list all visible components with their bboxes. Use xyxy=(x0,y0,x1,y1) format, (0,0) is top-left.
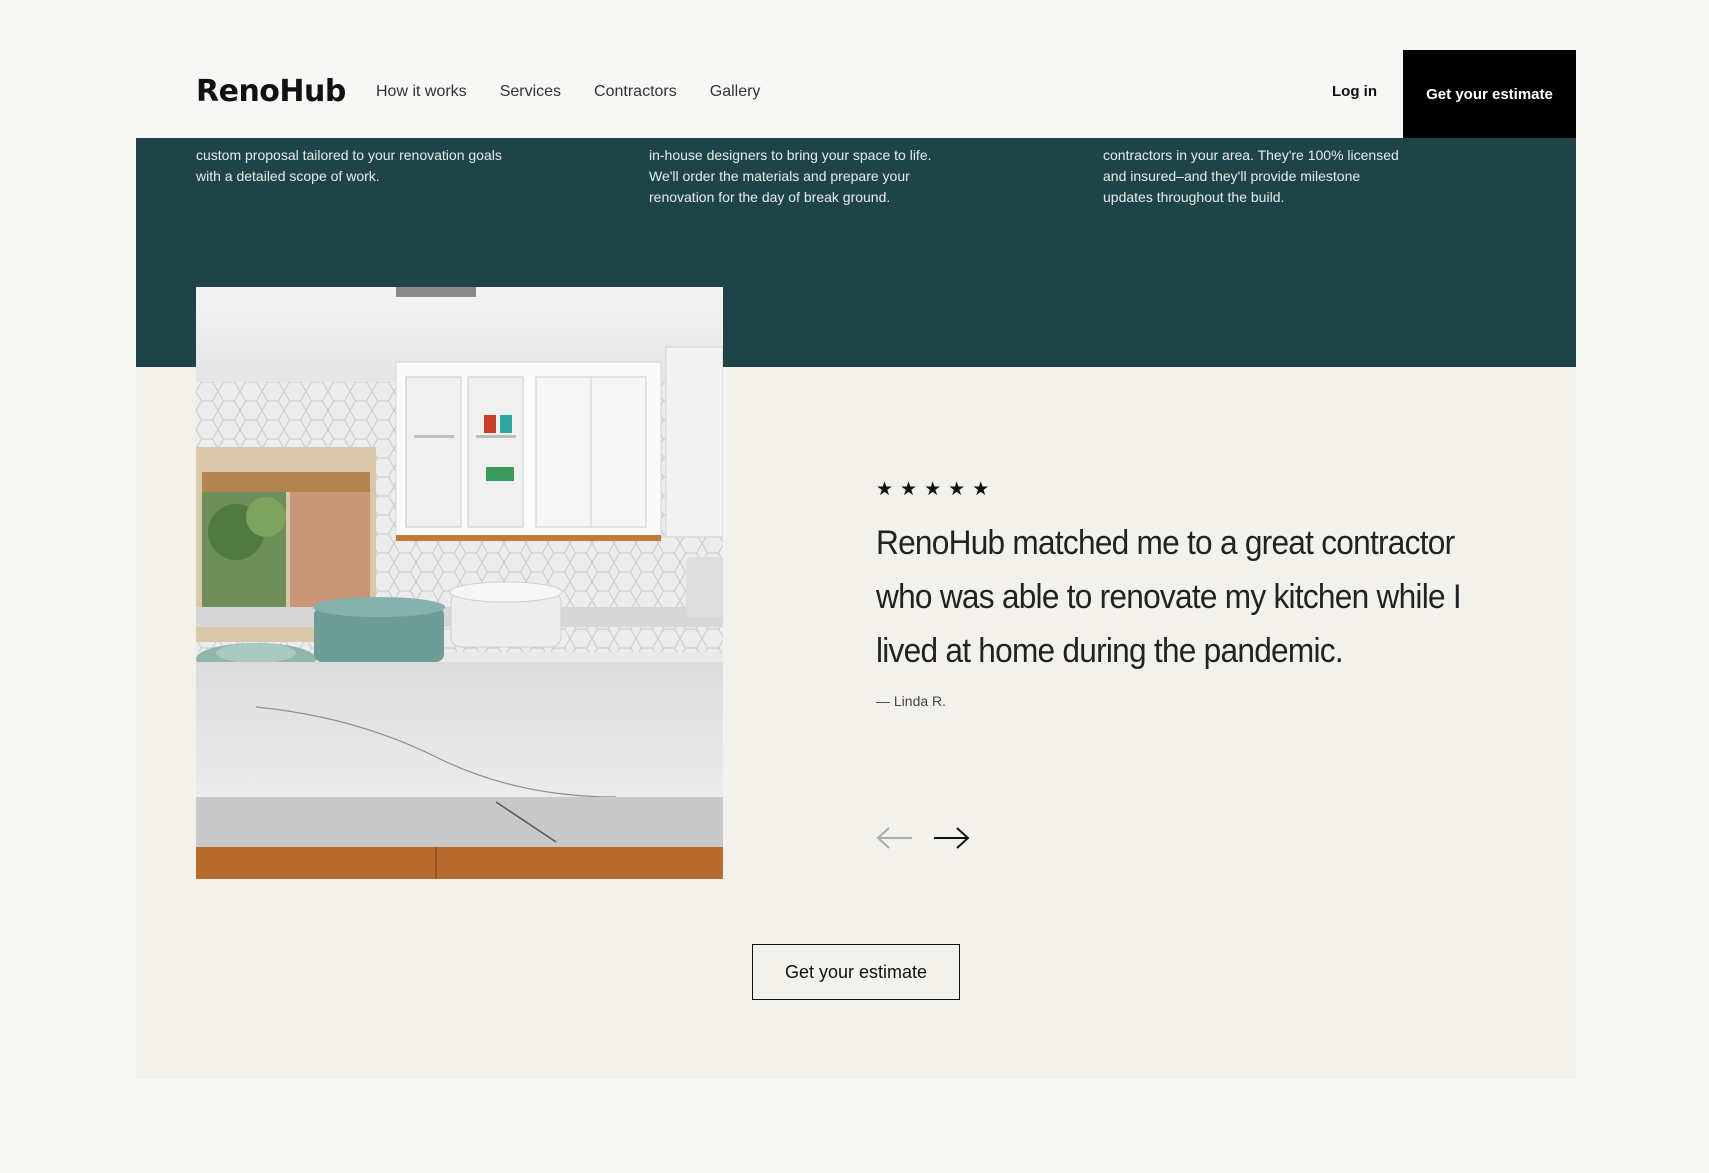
get-estimate-button-bottom[interactable]: Get your estimate xyxy=(752,944,960,1000)
feature-text-1: custom proposal tailored to your renovat… xyxy=(196,147,502,184)
nav-contractors[interactable]: Contractors xyxy=(594,83,677,101)
arrow-right-icon[interactable] xyxy=(932,822,970,854)
logo[interactable]: RenoHub xyxy=(196,74,346,109)
feature-text-3: contractors in your area. They're 100% l… xyxy=(1103,147,1399,205)
star-icon: ★ xyxy=(924,479,942,500)
star-icon: ★ xyxy=(900,479,918,500)
testimonial-author: — Linda R. xyxy=(876,693,947,709)
testimonial-quote: RenoHub matched me to a great contractor… xyxy=(876,524,1462,670)
nav-services[interactable]: Services xyxy=(500,83,561,101)
nav-how-it-works[interactable]: How it works xyxy=(376,83,467,101)
kitchen-photo xyxy=(196,287,723,879)
star-icon: ★ xyxy=(948,479,966,500)
login-link[interactable]: Log in xyxy=(1332,83,1377,100)
feature-columns: custom proposal tailored to your renovat… xyxy=(196,137,1556,237)
feature-text-2: in-house designers to bring your space t… xyxy=(649,147,932,205)
nav-gallery[interactable]: Gallery xyxy=(710,83,761,101)
arrow-left-icon[interactable] xyxy=(876,822,914,854)
kitchen-illustration xyxy=(196,287,723,879)
star-icon: ★ xyxy=(972,479,990,500)
site-header: RenoHub How it works Services Contractor… xyxy=(136,50,1576,138)
get-estimate-button[interactable]: Get your estimate xyxy=(1403,50,1576,138)
rating-stars: ★ ★ ★ ★ ★ xyxy=(876,478,989,501)
main-nav: How it works Services Contractors Galler… xyxy=(376,83,760,101)
carousel-controls xyxy=(876,822,970,854)
star-icon: ★ xyxy=(876,479,894,500)
